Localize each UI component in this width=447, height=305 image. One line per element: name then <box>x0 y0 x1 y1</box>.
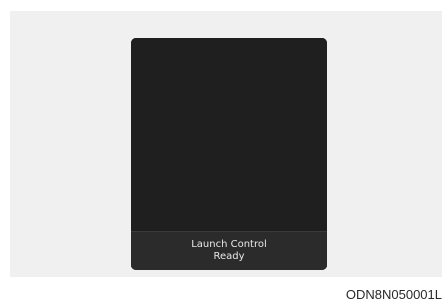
illustration-page: Launch Control Ready ODN8N050001L <box>0 0 447 305</box>
launch-control-status-bar: Launch Control Ready <box>131 232 327 270</box>
status-text-line-1: Launch Control <box>191 239 267 250</box>
display-screen-area <box>131 38 327 231</box>
status-text-line-2: Ready <box>213 251 245 262</box>
figure-code-caption: ODN8N050001L <box>345 287 442 302</box>
cluster-display: Launch Control Ready <box>131 38 327 270</box>
